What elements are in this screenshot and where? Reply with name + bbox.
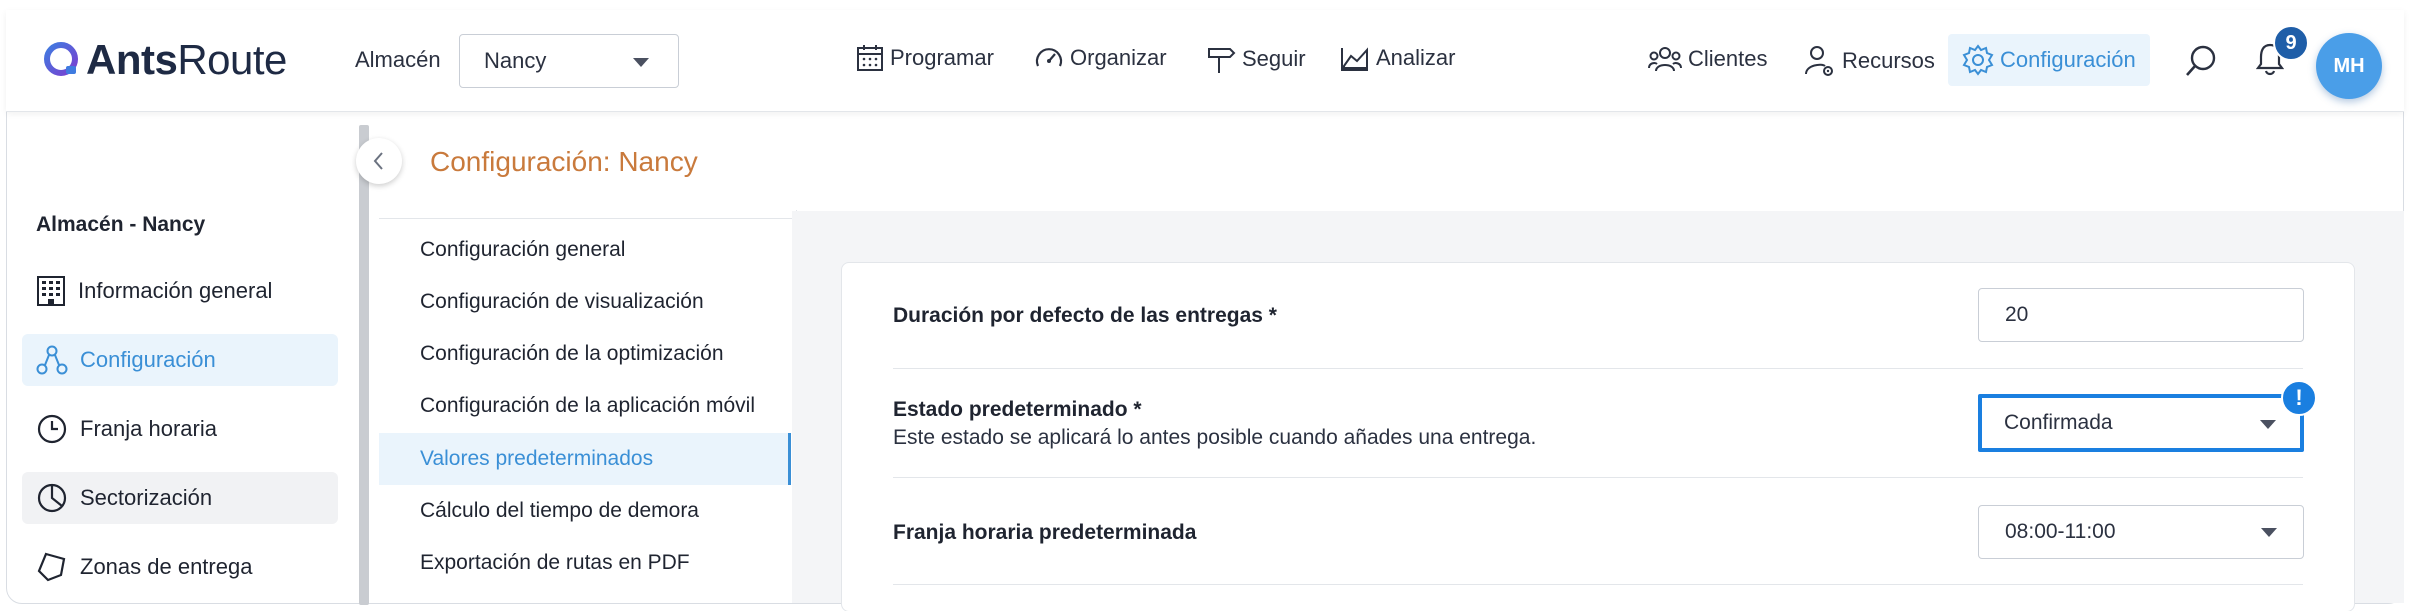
gear-icon (1962, 44, 1994, 76)
store-select[interactable]: Nancy (459, 34, 679, 88)
nav-analizar[interactable]: Analizar (1340, 44, 1455, 72)
sidebar-item-label: Información general (78, 278, 273, 303)
users-group-icon (1648, 47, 1682, 72)
timeslot-select[interactable]: 08:00-11:00 (1978, 505, 2304, 559)
nav-configuracion[interactable]: Configuración (1948, 34, 2150, 86)
nav-clientes-label: Clientes (1688, 46, 1768, 71)
nav-clientes[interactable]: Clientes (1648, 44, 1767, 74)
nav-organizar[interactable]: Organizar (1034, 44, 1167, 72)
sidebar-item-label: Configuración (80, 347, 216, 372)
nav-organizar-label: Organizar (1070, 45, 1167, 70)
nav-programar[interactable]: Programar (856, 44, 994, 72)
divider (893, 584, 2303, 585)
signpost-icon (1208, 48, 1236, 73)
duration-input-value: 20 (2005, 303, 2029, 326)
config-nav-item[interactable]: Cálculo del tiempo de demora (420, 499, 699, 523)
nav-recursos[interactable]: Recursos (1804, 44, 1935, 78)
area-chart-icon (1341, 47, 1368, 71)
chevron-down-icon (633, 58, 649, 67)
nodes-icon (36, 345, 68, 375)
polygon-zone-icon (37, 552, 66, 582)
sidebar-title: Almacén - Nancy (36, 213, 206, 236)
duration-input[interactable]: 20 (1978, 288, 2304, 342)
sidebar-scrollbar[interactable] (359, 125, 369, 605)
sidebar-item-label: Sectorización (80, 485, 213, 510)
divider (893, 368, 2303, 369)
notifications-count-badge: 9 (2273, 25, 2309, 61)
config-nav-item[interactable]: Configuración general (420, 238, 625, 262)
sidebar-item-zonas-de-entrega[interactable]: Zonas de entrega (22, 541, 338, 593)
sidebar-item-configuracion[interactable]: Configuración (22, 334, 338, 386)
user-avatar[interactable]: MH (2316, 33, 2382, 99)
state-description: Este estado se aplicará lo antes posible… (893, 426, 1537, 449)
nav-programar-label: Programar (890, 45, 994, 70)
chevron-left-icon (373, 152, 383, 170)
timeslot-label: Franja horaria predeterminada (893, 521, 1197, 544)
duration-label: Duración por defecto de las entregas * (893, 304, 1277, 327)
gauge-icon (1035, 48, 1063, 67)
clock-icon (37, 414, 67, 444)
chevron-down-icon (2261, 528, 2277, 537)
search-button[interactable] (2184, 44, 2218, 83)
nav-seguir-label: Seguir (1242, 46, 1306, 71)
calendar-icon (857, 45, 883, 71)
config-nav-item-active[interactable]: Valores predeterminados (420, 447, 653, 471)
page-title: Configuración: Nancy (430, 146, 698, 177)
pie-chart-icon (37, 483, 67, 513)
sidebar-item-label: Zonas de entrega (80, 554, 253, 579)
state-select-value: Confirmada (2004, 411, 2113, 434)
warning-badge: ! (2281, 380, 2317, 416)
config-nav-item[interactable]: Configuración de la aplicación móvil (420, 394, 755, 418)
config-nav-item[interactable]: Exportación de rutas en PDF (420, 551, 690, 575)
state-label: Estado predeterminado * (893, 398, 1142, 421)
logo-text: AntsRoute (86, 36, 287, 83)
nav-seguir[interactable]: Seguir (1206, 44, 1306, 74)
user-gear-icon (1805, 46, 1833, 76)
antsroute-logo[interactable]: AntsRoute (42, 36, 287, 84)
sidebar-item-label: Franja horaria (80, 416, 217, 441)
sidebar-item-informacion-general[interactable]: Información general (22, 265, 338, 317)
nav-recursos-label: Recursos (1842, 48, 1935, 73)
store-select-value: Nancy (484, 48, 547, 73)
timeslot-select-value: 08:00-11:00 (2005, 520, 2116, 543)
config-nav-item[interactable]: Configuración de la optimización (420, 342, 724, 366)
sidebar-item-sectorizacion[interactable]: Sectorización (22, 472, 338, 524)
config-nav-item[interactable]: Configuración de visualización (420, 290, 704, 314)
sidebar-item-franja-horaria[interactable]: Franja horaria (22, 403, 338, 455)
divider (893, 477, 2303, 478)
building-icon (37, 276, 65, 306)
collapse-sidebar-button[interactable] (356, 138, 402, 184)
logo-icon (44, 42, 78, 76)
state-select[interactable]: Confirmada (1978, 394, 2304, 452)
nav-analizar-label: Analizar (1376, 45, 1456, 70)
search-icon (2186, 45, 2216, 76)
nav-configuracion-label: Configuración (2000, 47, 2136, 72)
store-label: Almacén (355, 47, 441, 72)
chevron-down-icon (2260, 420, 2276, 429)
